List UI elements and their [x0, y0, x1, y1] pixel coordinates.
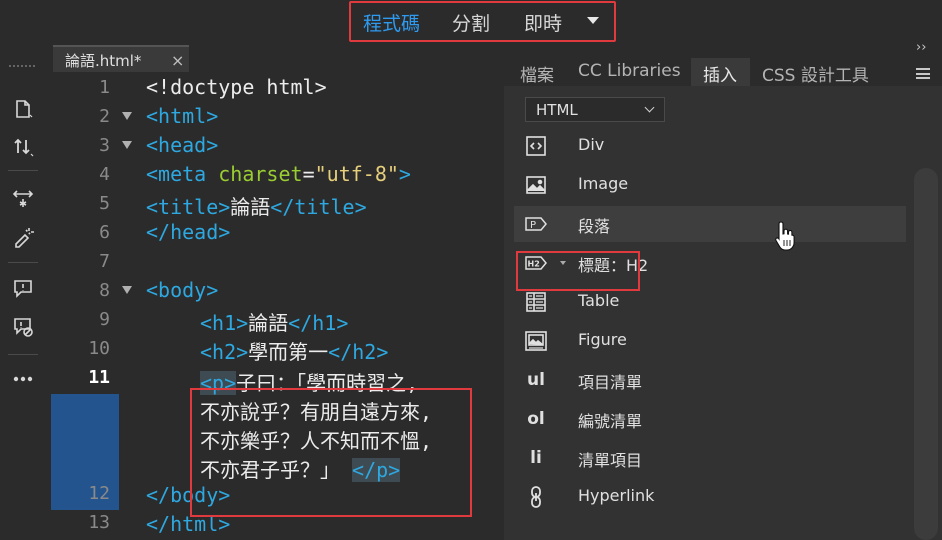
split-view-button[interactable]: 分割: [452, 9, 490, 36]
chevron-down-icon: [644, 102, 655, 113]
insert-item-div[interactable]: Div: [514, 128, 906, 164]
fold-arrow-icon[interactable]: [122, 141, 132, 149]
more-icon[interactable]: [8, 366, 38, 392]
view-switcher: 程式碼 分割 即時: [349, 1, 616, 42]
insert-item-label: 編號清單: [578, 412, 643, 431]
code-line: <!doctype html>: [146, 75, 327, 99]
category-dropdown-value: HTML: [536, 101, 578, 119]
category-dropdown[interactable]: HTML: [525, 97, 665, 122]
code-line: <title>論語</title>: [146, 195, 367, 219]
insert-item-list-item[interactable]: li 清單項目: [514, 440, 906, 476]
remove-comment-icon[interactable]: [8, 314, 38, 340]
separator: [8, 262, 38, 263]
line-number: 1: [99, 77, 110, 98]
insert-item-label: 段落: [578, 217, 611, 236]
insert-item-label: Table: [578, 291, 620, 310]
code-editor: 論語.html* × 1 2 3 4 5 6 7 8 9 10 11 12 13…: [46, 42, 504, 540]
code-line: <h2>學而第一</h2>: [200, 340, 389, 364]
hand-cursor-icon: [775, 221, 795, 251]
line-number: 6: [99, 222, 110, 243]
separator: [8, 170, 38, 171]
insert-item-label: Image: [578, 174, 629, 193]
insert-item-unordered-list[interactable]: ul 項目清單: [514, 362, 906, 398]
paragraph-highlight-box: [190, 388, 472, 517]
line-number: 12: [88, 483, 110, 504]
close-icon[interactable]: ×: [171, 51, 184, 70]
div-icon: [524, 134, 548, 158]
list-item-icon: li: [530, 448, 542, 468]
insert-panel-content: HTML Div Image P 段落 H2 標題：H2 Table Figur…: [504, 86, 942, 540]
code-view-button[interactable]: 程式碼: [363, 9, 420, 36]
line-number: 9: [99, 309, 110, 330]
insert-item-figure[interactable]: Figure: [514, 323, 906, 359]
line-number: 11: [88, 367, 110, 388]
line-number: 2: [99, 106, 110, 127]
left-toolbar: [0, 42, 46, 540]
paragraph-item-highlight-box: [516, 251, 640, 291]
code-area[interactable]: 1 2 3 4 5 6 7 8 9 10 11 12 13 <!doctype …: [46, 72, 504, 540]
line-number: 4: [99, 164, 110, 185]
expand-collapse-icon[interactable]: [8, 186, 38, 212]
comment-icon[interactable]: [8, 276, 38, 302]
top-bar: 程式碼 分割 即時: [0, 0, 942, 42]
code-line: <html>: [146, 104, 219, 128]
panel-header: ››: [504, 40, 942, 58]
svg-text:P: P: [530, 220, 536, 231]
insert-item-hyperlink[interactable]: Hyperlink: [514, 479, 906, 515]
live-view-button[interactable]: 即時: [524, 9, 562, 36]
image-icon: [524, 173, 548, 197]
tab-cc-libraries[interactable]: CC Libraries: [578, 61, 681, 81]
code-line: <h1>論語</h1>: [200, 311, 349, 335]
insert-item-paragraph[interactable]: P 段落: [514, 206, 906, 242]
paragraph-icon: P: [524, 212, 548, 236]
panel-menu-icon[interactable]: [916, 68, 930, 79]
panel-tabs: 檔案 CC Libraries 插入 CSS 設計工具: [504, 58, 942, 86]
fold-arrow-icon[interactable]: [122, 112, 132, 120]
tab-files[interactable]: 檔案: [520, 61, 554, 86]
insert-item-image[interactable]: Image: [514, 167, 906, 203]
code-line: </head>: [146, 220, 231, 244]
line-number: 5: [99, 193, 110, 214]
document-tab[interactable]: 論語.html* ×: [53, 45, 189, 72]
chevron-down-icon[interactable]: [587, 17, 599, 24]
code-line: <meta charset="utf-8">: [146, 162, 411, 186]
line-number: 3: [99, 135, 110, 156]
document-tab-name: 論語.html*: [65, 52, 142, 70]
line-number: 10: [88, 338, 110, 359]
scrollbar[interactable]: [914, 168, 938, 540]
insert-item-label: 清單項目: [578, 451, 643, 470]
ordered-list-icon: ol: [527, 409, 545, 429]
line-number: 7: [99, 251, 110, 272]
code-line: <body>: [146, 278, 219, 302]
insert-panel: ›› 檔案 CC Libraries 插入 CSS 設計工具 HTML Div …: [504, 40, 942, 540]
tab-insert[interactable]: 插入: [703, 61, 737, 86]
unordered-list-icon: ul: [527, 370, 545, 390]
separator: [8, 354, 38, 355]
insert-item-label: Figure: [578, 330, 627, 349]
toolbar-grip[interactable]: [8, 64, 36, 68]
insert-item-label: 項目清單: [578, 373, 643, 392]
new-file-icon[interactable]: [8, 96, 38, 122]
expand-panels-icon[interactable]: ››: [916, 40, 926, 55]
insert-item-ordered-list[interactable]: ol 編號清單: [514, 401, 906, 437]
table-icon: [524, 290, 548, 314]
insert-item-label: Hyperlink: [578, 486, 655, 505]
code-line: <head>: [146, 133, 219, 157]
tab-css-designer[interactable]: CSS 設計工具: [762, 61, 869, 86]
format-icon[interactable]: [8, 224, 38, 250]
hyperlink-icon: [524, 485, 548, 509]
line-number: 13: [88, 512, 110, 533]
figure-icon: [524, 329, 548, 353]
fold-arrow-icon[interactable]: [122, 286, 132, 294]
document-tab-bar: 論語.html* ×: [46, 42, 504, 72]
insert-item-label: Div: [578, 135, 605, 154]
sort-icon[interactable]: [8, 134, 38, 160]
line-number: 8: [99, 280, 110, 301]
